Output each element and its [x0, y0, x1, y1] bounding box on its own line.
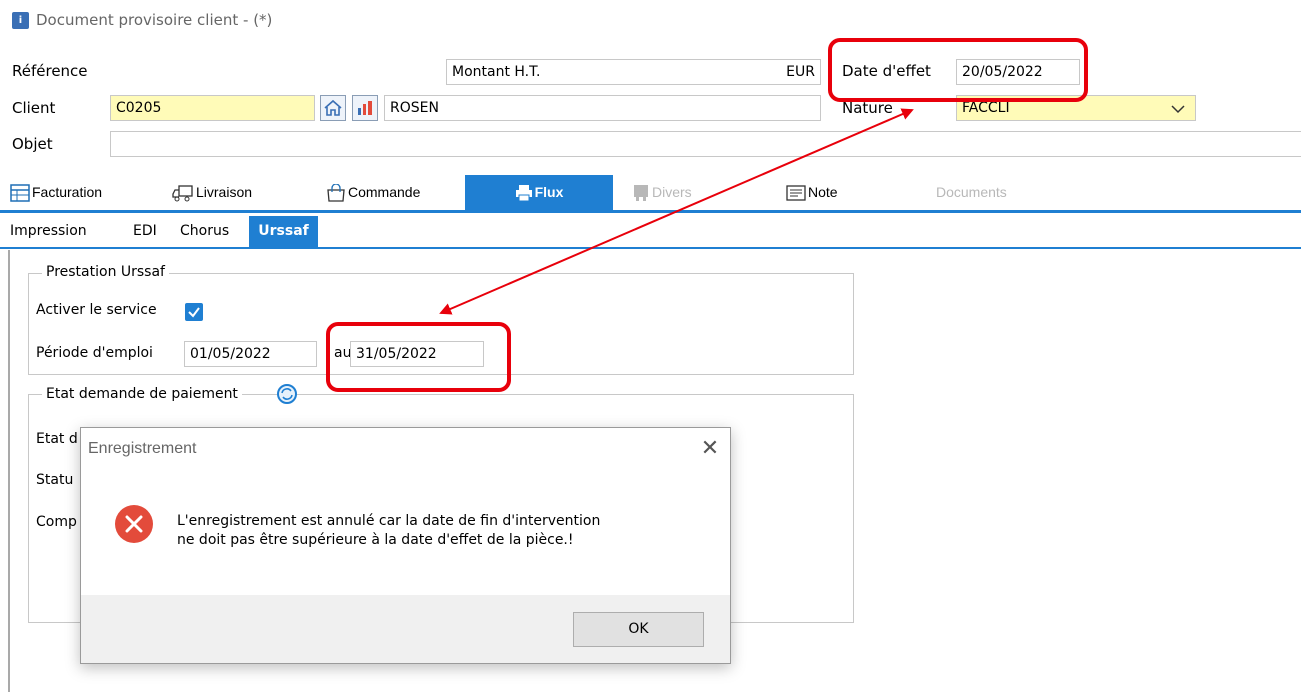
error-dialog: Enregistrement ✕ L'enregistrement est an…	[80, 427, 731, 664]
dialog-message: L'enregistrement est annulé car la date …	[177, 513, 601, 548]
ok-button[interactable]: OK	[573, 612, 704, 647]
dialog-title: Enregistrement	[88, 440, 197, 457]
close-icon[interactable]: ✕	[695, 434, 725, 464]
dialog-footer: OK	[81, 595, 730, 663]
error-icon	[115, 505, 153, 543]
